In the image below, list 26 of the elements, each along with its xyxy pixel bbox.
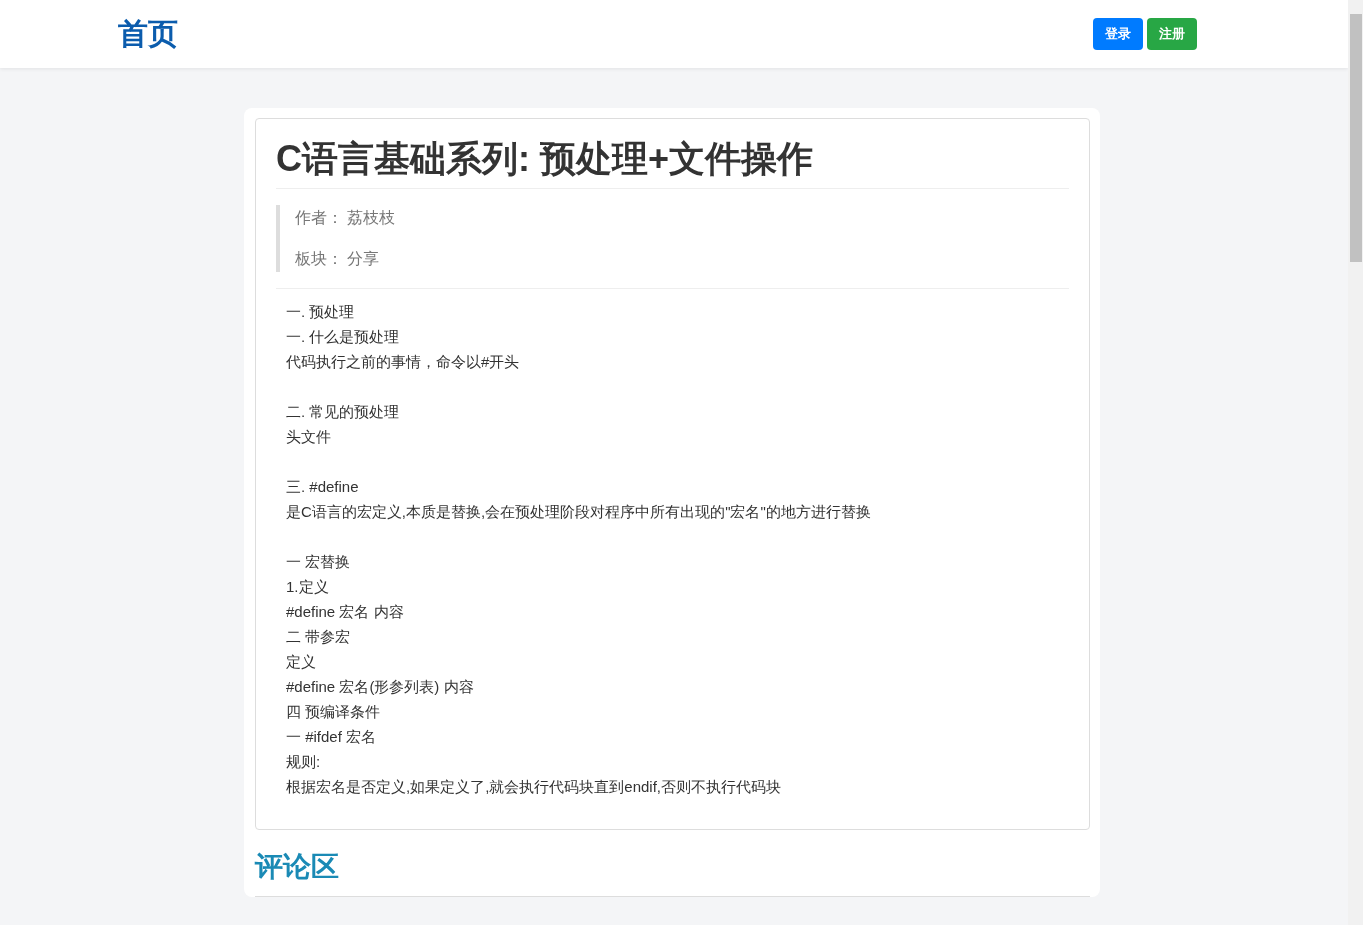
text-line: #define 宏名 内容	[286, 602, 405, 623]
login-button[interactable]: 登录	[1093, 18, 1143, 50]
text-line: 根据宏名是否定义,如果定义了,就会执行代码块直到endif,否则不执行代码块	[286, 777, 783, 798]
text-line: 三. #define	[286, 477, 360, 498]
scrollbar[interactable]	[1348, 0, 1363, 925]
text-line: 一 #ifdef 宏名	[286, 727, 378, 748]
text-line: 是C语言的宏定义,本质是替换,会在预处理阶段对程序中所有出现的"宏名"的地方进行替换	[286, 502, 872, 523]
text-line: 二. 常见的预处理	[286, 402, 401, 423]
meta-line: 板块： 分享	[295, 249, 381, 270]
text-line: 一. 预处理	[286, 302, 356, 323]
text-line: 二 带参宏	[286, 627, 352, 648]
scrollbar-thumb[interactable]	[1350, 14, 1362, 262]
home-link[interactable]: 首页	[118, 19, 178, 49]
text-line: 1.定义	[286, 577, 330, 598]
text-line: 一 宏替换	[286, 552, 352, 573]
article-title: C语言基础系列: 预处理+文件操作	[276, 137, 1069, 190]
text-line: 规则:	[286, 752, 322, 773]
comments-heading: 评论区	[255, 850, 1090, 897]
text-line: 一. 什么是预处理	[286, 327, 401, 348]
register-button[interactable]: 注册	[1147, 18, 1197, 50]
text-line: #define 宏名(形参列表) 内容	[286, 677, 475, 698]
text-line: 四 预编译条件	[286, 702, 382, 723]
meta-line: 作者： 荔枝枝	[295, 208, 397, 229]
text-line: 定义	[286, 652, 317, 673]
text-line: 头文件	[286, 427, 332, 448]
text-line: 代码执行之前的事情，命令以#开头	[286, 352, 521, 373]
